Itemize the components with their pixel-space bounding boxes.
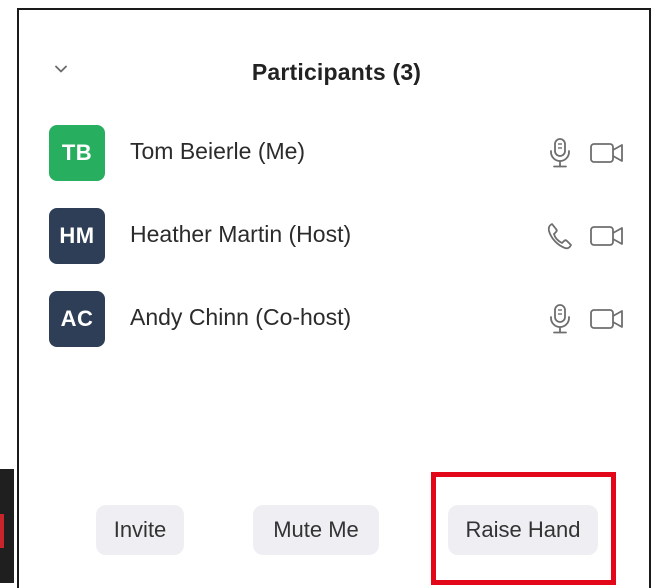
panel-title: Participants (3) xyxy=(251,59,422,85)
video-camera-icon[interactable] xyxy=(589,139,625,167)
avatar: HM xyxy=(49,208,105,264)
participant-row-tom-beierle[interactable]: TB Tom Beierle (Me) xyxy=(49,125,629,181)
phone-icon[interactable] xyxy=(546,220,574,252)
participant-name: Andy Chinn (Co-host) xyxy=(130,304,352,330)
participant-name: Heather Martin (Host) xyxy=(130,221,352,247)
participant-row-heather-martin[interactable]: HM Heather Martin (Host) xyxy=(49,208,629,264)
microphone-icon[interactable] xyxy=(546,137,574,169)
background-window-edge xyxy=(0,469,14,583)
background-red-element xyxy=(0,514,4,548)
participant-row-andy-chinn[interactable]: AC Andy Chinn (Co-host) xyxy=(49,291,629,347)
avatar: AC xyxy=(49,291,105,347)
video-camera-icon[interactable] xyxy=(589,222,625,250)
video-camera-icon[interactable] xyxy=(589,305,625,333)
participant-name: Tom Beierle (Me) xyxy=(130,138,306,164)
raise-hand-highlight-box xyxy=(431,472,616,585)
invite-button[interactable]: Invite xyxy=(96,505,184,555)
mute-me-button[interactable]: Mute Me xyxy=(253,505,379,555)
avatar: TB xyxy=(49,125,105,181)
microphone-icon[interactable] xyxy=(546,303,574,335)
